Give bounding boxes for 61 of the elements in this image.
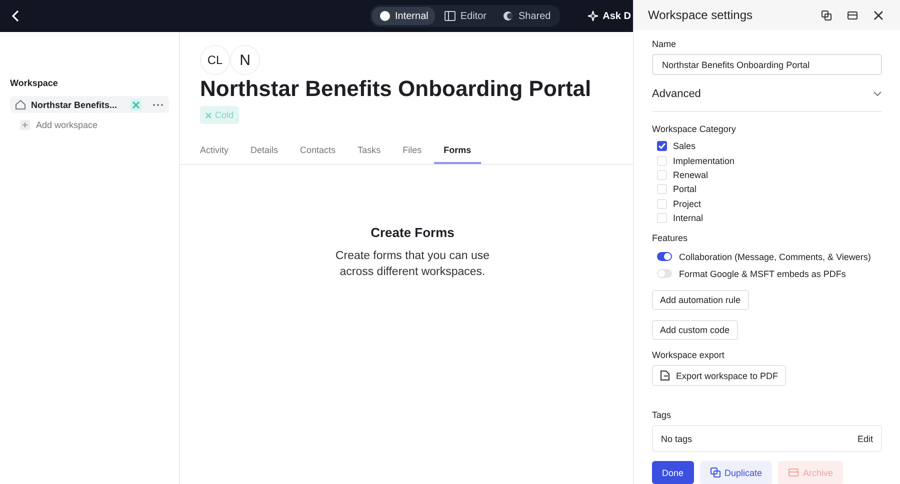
checkbox-label: Renewal bbox=[673, 170, 708, 180]
checkbox-label: Implementation bbox=[673, 156, 735, 166]
checkbox-label: Project bbox=[673, 198, 702, 209]
advanced-section-toggle[interactable]: Advanced bbox=[652, 75, 882, 112]
toggle-switch[interactable] bbox=[657, 252, 672, 261]
footer-button[interactable]: Duplicate bbox=[700, 461, 772, 484]
empty-text: Create forms that you can use across different workspaces. bbox=[334, 249, 491, 280]
chevron-icon bbox=[873, 91, 882, 98]
panel-title: Workspace settings bbox=[648, 8, 754, 22]
sidebar-title: Workspace bbox=[10, 78, 59, 88]
more-icon bbox=[152, 102, 164, 106]
edit-button[interactable]: Edit bbox=[857, 434, 873, 444]
tag-icon bbox=[130, 98, 142, 110]
mode-tab[interactable]: Internal bbox=[372, 7, 436, 25]
cross-icon bbox=[205, 112, 212, 118]
avatar: CL bbox=[200, 45, 230, 75]
export-button[interactable]: Export workspace to PDF bbox=[652, 365, 786, 386]
close-icon bbox=[872, 10, 884, 21]
checkbox-label: Internal bbox=[673, 212, 704, 223]
field-label: Name bbox=[652, 39, 676, 50]
name-field[interactable]: Northstar Benefits Onboarding Portal bbox=[652, 54, 882, 76]
circle-icon bbox=[379, 10, 391, 22]
add-workspace-button[interactable]: Add workspace bbox=[10, 113, 108, 137]
copy-icon bbox=[820, 10, 832, 21]
tags-value: No tags bbox=[661, 434, 692, 444]
section-label: Workspace export bbox=[652, 350, 724, 360]
toggle-label: Collaboration (Message, Comments, & Viewers) bbox=[679, 252, 871, 262]
workspace-item[interactable]: Northstar Benefits... bbox=[10, 96, 169, 113]
file-icon bbox=[660, 370, 670, 381]
inbox-icon bbox=[788, 467, 800, 478]
avatar: N bbox=[230, 45, 260, 75]
mode-tab[interactable]: Shared bbox=[495, 7, 558, 25]
toggle-label: Format Google & MSFT embeds as PDFs bbox=[679, 268, 846, 278]
tab[interactable]: Details bbox=[240, 144, 288, 164]
toggle-switch[interactable] bbox=[657, 269, 672, 278]
tab[interactable]: Activity bbox=[190, 144, 239, 164]
sparkle-icon bbox=[586, 10, 599, 22]
tab[interactable]: Tasks bbox=[348, 144, 391, 164]
home-icon bbox=[15, 99, 26, 110]
empty-title: Create Forms bbox=[370, 225, 454, 240]
section-label: Workspace Category bbox=[652, 124, 736, 134]
tab[interactable]: Files bbox=[392, 144, 432, 164]
workspace-name: Northstar Benefits... bbox=[31, 100, 118, 110]
workspace-title: Northstar Benefits Onboarding Portal bbox=[200, 76, 592, 102]
tab[interactable]: Forms bbox=[434, 144, 482, 164]
section-label: Tags bbox=[652, 410, 672, 420]
checkbox-label: Sales bbox=[673, 141, 696, 152]
mode-tab[interactable]: Editor bbox=[437, 7, 494, 25]
tab[interactable]: Contacts bbox=[290, 144, 346, 164]
action-button[interactable]: Add custom code bbox=[652, 320, 738, 340]
action-button[interactable]: Add automation rule bbox=[652, 290, 749, 310]
inbox-icon bbox=[846, 10, 858, 21]
footer-button[interactable]: Done bbox=[652, 461, 694, 484]
panel-icon bbox=[444, 10, 456, 22]
section-label: Features bbox=[652, 233, 688, 243]
ask-button[interactable]: Ask D bbox=[586, 10, 633, 22]
copy-icon bbox=[710, 467, 721, 478]
status-tag: Cold bbox=[200, 106, 239, 124]
checkbox[interactable] bbox=[657, 141, 667, 152]
plus-icon bbox=[20, 120, 30, 130]
checkbox-label: Portal bbox=[673, 184, 697, 194]
